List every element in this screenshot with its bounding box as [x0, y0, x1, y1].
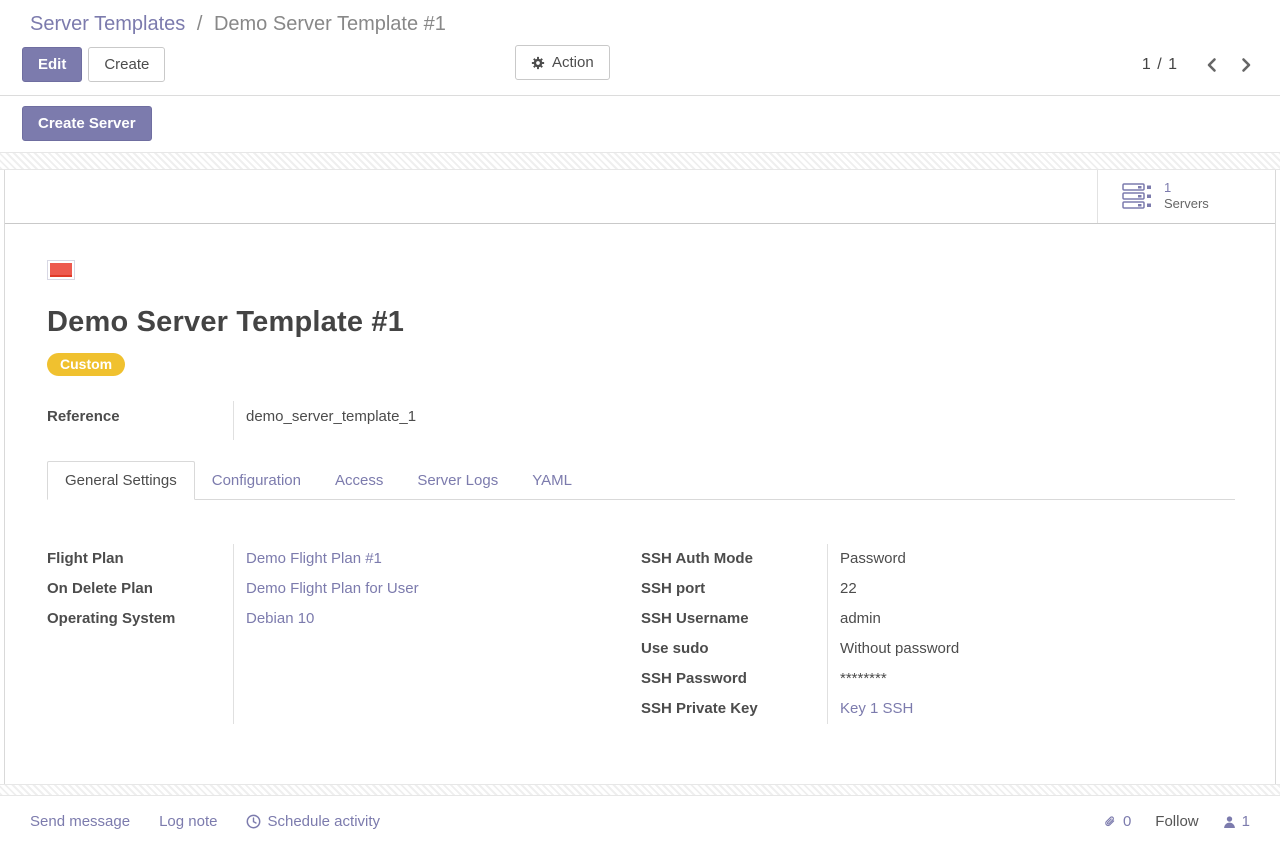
tab-page-general-settings: Flight Plan On Delete Plan Operating Sys…: [47, 544, 1235, 784]
servers-label: Servers: [1164, 196, 1209, 212]
servers-count: 1: [1164, 180, 1209, 196]
edit-button[interactable]: Edit: [22, 47, 82, 82]
notebook-tabs: General Settings Configuration Access Se…: [47, 461, 1235, 500]
control-panel-buttons: Edit Create Action 1 / 1: [0, 36, 1280, 96]
field-label-on-delete-plan: On Delete Plan: [47, 574, 233, 604]
field-label-flight-plan: Flight Plan: [47, 544, 233, 574]
reference-value: demo_server_template_1: [246, 408, 416, 425]
breadcrumb-parent-link[interactable]: Server Templates: [30, 13, 185, 35]
field-label-ssh-password: SSH Password: [641, 664, 827, 694]
pager-next-button[interactable]: [1241, 57, 1252, 73]
action-button[interactable]: Action: [515, 45, 610, 80]
field-label-ssh-username: SSH Username: [641, 604, 827, 634]
reference-field-row: Reference demo_server_template_1: [47, 401, 1235, 440]
attachments-count: 0: [1123, 813, 1131, 830]
pager-previous-button[interactable]: [1206, 57, 1217, 73]
field-value-operating-system-link[interactable]: Debian 10: [246, 604, 641, 634]
tab-yaml[interactable]: YAML: [515, 462, 589, 499]
reference-label: Reference: [47, 401, 233, 440]
tab-server-logs[interactable]: Server Logs: [400, 462, 515, 499]
action-button-label: Action: [552, 55, 594, 70]
stat-button-strip: 1 Servers: [5, 170, 1275, 224]
followers-count: 1: [1242, 813, 1250, 830]
field-value-flight-plan-link[interactable]: Demo Flight Plan #1: [246, 544, 641, 574]
tab-access[interactable]: Access: [318, 462, 400, 499]
chatter-bar: Send message Log note Schedule activity …: [0, 796, 1280, 848]
field-value-ssh-auth-mode: Password: [840, 544, 1235, 574]
servers-stat-button[interactable]: 1 Servers: [1097, 170, 1275, 223]
field-value-ssh-password: ********: [840, 664, 1235, 694]
log-note-button[interactable]: Log note: [159, 813, 217, 830]
field-label-ssh-port: SSH port: [641, 574, 827, 604]
object-buttons-row: Create Server: [0, 96, 1280, 152]
pager: 1 / 1: [1142, 56, 1252, 74]
servers-icon: [1122, 183, 1153, 210]
paperclip-icon: [1103, 814, 1117, 830]
field-group-left: Flight Plan On Delete Plan Operating Sys…: [47, 544, 641, 724]
color-swatch[interactable]: [47, 260, 75, 280]
color-swatch-fill: [50, 263, 72, 277]
record-title: Demo Server Template #1: [47, 306, 1235, 339]
field-value-ssh-port: 22: [840, 574, 1235, 604]
send-message-button[interactable]: Send message: [30, 813, 130, 830]
tab-general-settings[interactable]: General Settings: [47, 461, 195, 500]
create-server-button[interactable]: Create Server: [22, 106, 152, 141]
field-value-on-delete-plan-link[interactable]: Demo Flight Plan for User: [246, 574, 641, 604]
gear-icon: [531, 56, 545, 70]
background-hatch-bottom: [0, 784, 1280, 796]
breadcrumb: Server Templates / Demo Server Template …: [0, 0, 1280, 36]
field-value-use-sudo: Without password: [840, 634, 1235, 664]
tab-configuration[interactable]: Configuration: [195, 462, 318, 499]
person-icon: [1223, 815, 1236, 829]
breadcrumb-current: Demo Server Template #1: [214, 13, 446, 35]
clock-icon: [246, 814, 261, 829]
field-label-use-sudo: Use sudo: [641, 634, 827, 664]
pager-count: 1 / 1: [1142, 56, 1178, 74]
field-value-ssh-username: admin: [840, 604, 1235, 634]
breadcrumb-separator: /: [191, 13, 209, 35]
field-value-ssh-private-key-link[interactable]: Key 1 SSH: [840, 694, 1235, 724]
background-hatch-top: [0, 152, 1280, 170]
follow-button[interactable]: Follow: [1155, 813, 1198, 830]
followers-button[interactable]: 1: [1223, 813, 1250, 830]
attachments-button[interactable]: 0: [1103, 813, 1131, 830]
schedule-activity-button[interactable]: Schedule activity: [246, 813, 380, 830]
field-label-ssh-private-key: SSH Private Key: [641, 694, 827, 724]
create-button[interactable]: Create: [88, 47, 165, 82]
field-group-right: SSH Auth Mode SSH port SSH Username Use …: [641, 544, 1235, 724]
custom-badge: Custom: [47, 353, 125, 376]
schedule-activity-label: Schedule activity: [267, 813, 380, 830]
form-sheet: 1 Servers Demo Server Template #1 Custom…: [4, 170, 1276, 784]
field-label-ssh-auth-mode: SSH Auth Mode: [641, 544, 827, 574]
field-label-operating-system: Operating System: [47, 604, 233, 634]
